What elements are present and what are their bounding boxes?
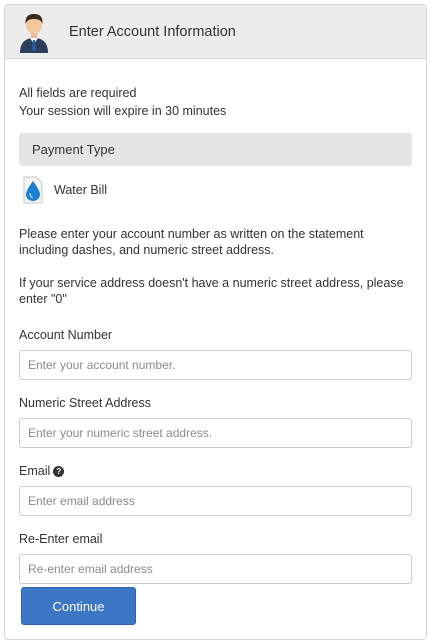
email-input[interactable] xyxy=(19,486,412,516)
panel-title: Enter Account Information xyxy=(69,23,236,40)
panel-body: All fields are required Your session wil… xyxy=(5,84,426,584)
street-address-input[interactable] xyxy=(19,418,412,448)
user-icon xyxy=(20,13,48,53)
payment-option-water-bill[interactable]: Water Bill xyxy=(19,176,412,204)
street-address-label: Numeric Street Address xyxy=(19,396,412,410)
session-note: Your session will expire in 30 minutes xyxy=(19,104,227,118)
account-number-label-text: Account Number xyxy=(19,328,113,342)
panel-header: Enter Account Information xyxy=(5,5,426,59)
street-address-label-text: Numeric Street Address xyxy=(19,396,151,410)
account-instructions: Please enter your account number as writ… xyxy=(19,227,364,257)
reenter-email-label: Re-Enter email xyxy=(19,532,412,546)
payment-option-label: Water Bill xyxy=(54,183,108,197)
required-note: All fields are required xyxy=(19,86,137,100)
account-info-panel: Enter Account Information All fields are… xyxy=(4,4,427,640)
payment-type-section: Payment Type xyxy=(19,133,412,166)
payment-type-title: Payment Type xyxy=(32,142,115,157)
reenter-email-label-text: Re-Enter email xyxy=(19,532,103,546)
account-number-input[interactable] xyxy=(19,350,412,380)
address-instructions: If your service address doesn't have a n… xyxy=(19,276,404,306)
continue-button[interactable]: Continue xyxy=(21,587,136,625)
question-circle-icon[interactable]: ? xyxy=(53,465,65,477)
account-number-label: Account Number xyxy=(19,328,412,342)
email-label-text: Email xyxy=(19,464,51,478)
reenter-email-input[interactable] xyxy=(19,554,412,584)
water-drop-icon xyxy=(23,176,43,204)
email-label: Email ? xyxy=(19,464,412,478)
